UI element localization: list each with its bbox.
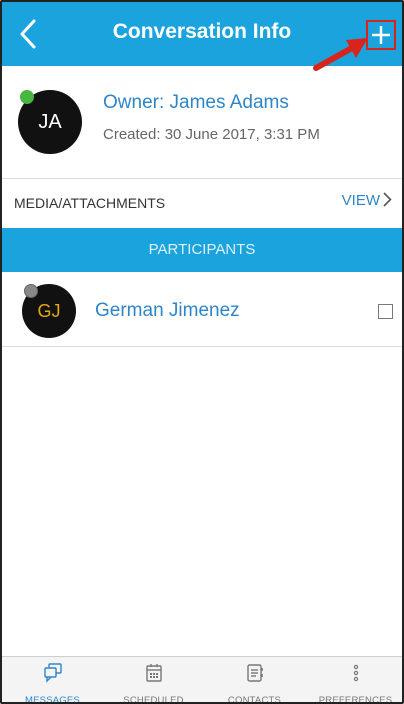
- divider: [2, 346, 402, 347]
- tab-label: MESSAGES: [25, 695, 80, 704]
- view-media-link[interactable]: VIEW: [342, 192, 392, 209]
- app-screen: Conversation Info JA Owner: James Adams …: [0, 0, 404, 704]
- bottom-tab-bar: MESSAGES SCHEDULED CONTACTS PREFERENCES: [2, 656, 402, 704]
- participant-name[interactable]: German Jimenez: [95, 300, 240, 322]
- participant-row[interactable]: GJ German Jimenez: [2, 272, 402, 346]
- more-vertical-icon: [353, 664, 358, 682]
- tab-label: CONTACTS: [227, 695, 282, 704]
- tab-scheduled[interactable]: SCHEDULED: [103, 657, 204, 704]
- owner-name[interactable]: Owner: James Adams: [103, 92, 289, 114]
- owner-section: JA Owner: James Adams Created: 30 June 2…: [2, 66, 402, 178]
- tab-preferences[interactable]: PREFERENCES: [305, 657, 402, 704]
- contacts-icon: [246, 664, 263, 682]
- messages-icon: [43, 663, 62, 683]
- header-bar: Conversation Info: [2, 2, 402, 71]
- tab-contacts[interactable]: CONTACTS: [204, 657, 305, 704]
- chevron-right-icon: [383, 192, 392, 207]
- plus-icon: [372, 26, 390, 44]
- created-date: Created: 30 June 2017, 3:31 PM: [103, 126, 320, 143]
- tab-label: SCHEDULED: [123, 695, 184, 704]
- add-participant-button[interactable]: [366, 20, 396, 50]
- offline-status-icon: [24, 284, 38, 298]
- media-attachments-label: MEDIA/ATTACHMENTS: [14, 195, 166, 211]
- participants-header: PARTICIPANTS: [2, 228, 402, 272]
- media-attachments-row[interactable]: MEDIA/ATTACHMENTS VIEW: [2, 178, 402, 228]
- participant-checkbox[interactable]: [378, 304, 393, 319]
- calendar-icon: [145, 664, 162, 682]
- tab-messages[interactable]: MESSAGES: [2, 657, 103, 704]
- online-status-icon: [20, 90, 34, 104]
- tab-label: PREFERENCES: [318, 695, 393, 704]
- view-label: VIEW: [341, 192, 380, 209]
